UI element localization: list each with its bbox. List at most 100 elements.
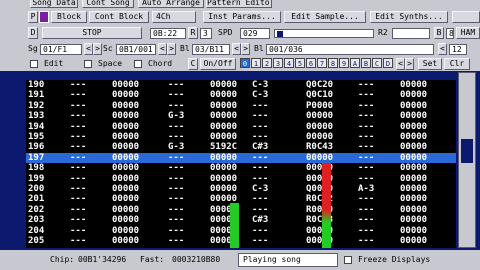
ham-button[interactable]: HAM [456, 27, 480, 39]
pattern-cell[interactable]: P0000 [306, 101, 333, 111]
loop-field[interactable]: 3 [200, 28, 212, 39]
pattern-cell[interactable]: --- [70, 142, 86, 152]
pattern-row[interactable]: 200 --- 00000 --- 00000 C-3 Q0000 A-3 00000 [26, 184, 456, 194]
pattern-cell[interactable]: --- [358, 153, 374, 163]
r-button[interactable]: R [188, 27, 198, 39]
pattern-row[interactable]: 196 --- 00000 G-3 5192C C#3 R0C43 --- 00000 [26, 142, 456, 152]
block-name-field[interactable]: 001/036 [266, 44, 434, 55]
pattern-row[interactable]: 199 --- 00000 --- 00000 --- 00000 --- 00000 [26, 174, 456, 184]
onoff-button[interactable]: On/Off [200, 58, 236, 70]
edit-checkbox[interactable] [30, 60, 38, 68]
pattern-cell[interactable]: C#3 [252, 215, 268, 225]
pattern-cell[interactable]: --- [358, 236, 374, 246]
pattern-cell[interactable]: 00000 [400, 163, 427, 173]
pattern-cell[interactable]: --- [70, 215, 86, 225]
pattern-cell[interactable]: 00000 [306, 111, 333, 121]
pattern-row[interactable]: 195 --- 00000 --- 00000 --- 00000 --- 00000 [26, 132, 456, 142]
pattern-cell[interactable]: 00000 [112, 215, 139, 225]
sc-field[interactable]: 0B1/001 [116, 44, 156, 55]
sg-arrow-right[interactable]: > [93, 43, 102, 55]
pattern-cell[interactable]: --- [70, 205, 86, 215]
pattern-editor[interactable]: 190 --- 00000 --- 00000 C-3 Q0C20 --- 00000 191 --… [26, 80, 456, 248]
pattern-cell[interactable]: Q0C10 [306, 90, 333, 100]
channel-toggle[interactable]: C [372, 58, 382, 68]
pattern-cell[interactable]: --- [168, 174, 184, 184]
channel-toggle[interactable]: 2 [262, 58, 272, 68]
space-checkbox[interactable] [84, 60, 92, 68]
pattern-cell[interactable]: --- [70, 226, 86, 236]
pattern-cell[interactable]: 00000 [112, 101, 139, 111]
pattern-cell[interactable]: 00000 [210, 184, 237, 194]
pattern-cell[interactable]: 00000 [112, 90, 139, 100]
pattern-cell[interactable]: --- [358, 174, 374, 184]
pattern-cell[interactable]: G-3 [168, 142, 184, 152]
tab-pattern-editor[interactable]: Pattern Editor [206, 0, 272, 8]
pattern-cell[interactable]: --- [168, 215, 184, 225]
pattern-cell[interactable]: 00000 [400, 184, 427, 194]
pattern-row[interactable]: 192 --- 00000 --- 00000 --- P0000 --- 00000 [26, 101, 456, 111]
current-pattern-row[interactable]: 197 --- 00000 --- 00000 --- 00000 --- 00000 [26, 152, 456, 163]
sg-field[interactable]: 01/F1 [40, 44, 82, 55]
pattern-cell[interactable]: 00000 [400, 215, 427, 225]
pattern-cell[interactable]: R0C43 [306, 142, 333, 152]
pattern-cell[interactable]: --- [168, 80, 184, 90]
pattern-cell[interactable]: 00000 [400, 174, 427, 184]
pattern-cell[interactable]: 00000 [210, 153, 237, 163]
pattern-cell[interactable]: --- [252, 205, 268, 215]
channel-arrow-left[interactable]: < [396, 58, 405, 70]
sc-arrow-right[interactable]: > [167, 43, 176, 55]
channel-toggle[interactable]: 0 [240, 58, 250, 68]
pattern-cell[interactable]: --- [358, 163, 374, 173]
freeze-displays-checkbox[interactable] [344, 256, 352, 264]
pattern-cell[interactable]: --- [70, 101, 86, 111]
pattern-cell[interactable]: 00000 [112, 194, 139, 204]
pattern-cell[interactable]: --- [252, 236, 268, 246]
tab-cont-song[interactable]: Cont Song [82, 0, 134, 8]
chord-checkbox[interactable] [134, 60, 142, 68]
clr-button[interactable]: Clr [444, 58, 470, 70]
c-button[interactable]: C [188, 58, 198, 70]
pattern-cell[interactable]: --- [252, 153, 268, 163]
pattern-row[interactable]: 193 --- 00000 G-3 00000 --- 00000 --- 00000 [26, 111, 456, 121]
pattern-cell[interactable]: --- [252, 101, 268, 111]
pattern-cell[interactable]: 00000 [112, 153, 139, 163]
pattern-cell[interactable]: --- [168, 163, 184, 173]
pattern-cell[interactable]: 00000 [112, 236, 139, 246]
pattern-cell[interactable]: --- [168, 194, 184, 204]
edit-synths-button[interactable]: Edit Synths... [370, 11, 448, 23]
pattern-cell[interactable]: 00000 [400, 122, 427, 132]
tab-song-data[interactable]: Song Data [30, 0, 78, 8]
pattern-cell[interactable]: --- [358, 205, 374, 215]
block-button[interactable]: Block [51, 11, 87, 23]
pattern-cell[interactable]: --- [70, 90, 86, 100]
channel-toggle[interactable]: A [350, 58, 360, 68]
channel-toggle[interactable]: B [361, 58, 371, 68]
spd-field[interactable]: 029 [240, 28, 270, 39]
pattern-cell[interactable]: G-3 [168, 111, 184, 121]
spd-slider-knob[interactable] [277, 31, 283, 37]
pattern-cell[interactable]: --- [70, 184, 86, 194]
pattern-cell[interactable]: --- [358, 122, 374, 132]
block-arrow-left[interactable]: < [438, 43, 447, 55]
pattern-cell[interactable]: 00000 [400, 132, 427, 142]
pattern-cell[interactable]: 00000 [306, 122, 333, 132]
pattern-cell[interactable]: --- [70, 236, 86, 246]
pattern-cell[interactable]: --- [70, 174, 86, 184]
tempo-field[interactable]: 0B:22 [150, 28, 186, 39]
r2-field[interactable] [392, 28, 430, 39]
cont-block-button[interactable]: Cont Block [89, 11, 149, 23]
pattern-cell[interactable]: --- [70, 122, 86, 132]
pattern-cell[interactable]: --- [70, 163, 86, 173]
pattern-cell[interactable]: --- [168, 101, 184, 111]
bl-field[interactable]: 03/B11 [192, 44, 230, 55]
pattern-cell[interactable]: 00000 [400, 153, 427, 163]
pattern-cell[interactable]: 00000 [112, 205, 139, 215]
channel-toggle[interactable]: 8 [328, 58, 338, 68]
bl-arrow-right[interactable]: > [241, 43, 250, 55]
pattern-cell[interactable]: --- [252, 194, 268, 204]
channel-toggle[interactable]: 6 [306, 58, 316, 68]
pattern-cell[interactable]: 5192C [210, 142, 237, 152]
pattern-cell[interactable]: --- [168, 90, 184, 100]
pattern-cell[interactable]: --- [168, 184, 184, 194]
pattern-row[interactable]: 202 --- 00000 --- 00000 --- R0000 --- 00000 [26, 205, 456, 215]
